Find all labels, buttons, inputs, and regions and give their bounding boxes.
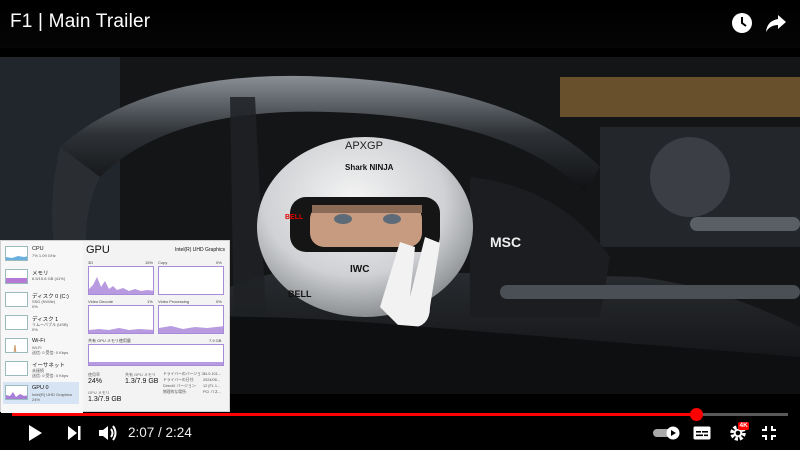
video-player[interactable]: APXGP Shark NINJA BELL BELL IWC MSC F1 |… xyxy=(0,0,800,450)
progress-played xyxy=(12,413,697,416)
top-bar: F1 | Main Trailer xyxy=(0,0,800,48)
share-icon[interactable] xyxy=(763,10,789,36)
sidebar-item-label: CPU xyxy=(32,246,44,252)
watch-later-icon[interactable] xyxy=(729,10,755,36)
quality-badge: 4K xyxy=(738,422,750,430)
helmet-bell-logo: BELL xyxy=(285,214,304,221)
sidebar-item-sub2: 送信: 0 受信: 0 Kbps xyxy=(32,373,69,378)
info-key: DirectX バージョン: xyxy=(163,384,197,388)
progress-scrubber-handle[interactable] xyxy=(689,408,703,421)
graph-label-3d[interactable]: 3D xyxy=(88,260,93,265)
graph-pct-video-decode: 1% xyxy=(147,299,153,304)
sidebar-item-cpu[interactable]: CPU 7% 1.09 GHz xyxy=(3,243,79,265)
sidebar-item-memory[interactable]: メモリ 6.5/15.8 GB (41%) xyxy=(3,266,79,288)
graph-label-video-decode[interactable]: Video Decode xyxy=(88,299,113,304)
gpu-memory-value: 1.3/7.9 GB xyxy=(88,396,122,403)
volume-button[interactable] xyxy=(96,422,120,444)
next-icon xyxy=(68,426,81,440)
wifi-thumb-graph xyxy=(5,338,28,353)
task-manager-window[interactable]: CPU 7% 1.09 GHz メモリ 6.5/15.8 GB (41%) ディ… xyxy=(0,240,230,413)
graph-pct-video-processing: 0% xyxy=(216,299,222,304)
sidebar-item-sub2: 24% xyxy=(32,397,41,402)
play-button[interactable] xyxy=(22,422,48,444)
progress-bar[interactable] xyxy=(12,408,788,421)
helmet-sponsor-logo: Shark NINJA xyxy=(345,163,394,172)
sidebar-item-disk-0[interactable]: ディスク 0 (C:) SSD (NVMe) 0% xyxy=(3,289,79,311)
ethernet-thumb-graph xyxy=(5,361,28,376)
shared-memory-graph xyxy=(88,344,224,366)
sidebar-item-label: Wi-Fi xyxy=(32,338,45,344)
autoplay-toggle[interactable] xyxy=(650,422,684,444)
sidebar-item-wifi[interactable]: Wi-Fi Wi-Fi 送信: 0 受信: 0 Kbps xyxy=(3,335,79,357)
info-value: 12 (FL 1... xyxy=(203,384,221,388)
time-separator: / xyxy=(154,425,166,440)
graph-video-decode xyxy=(88,305,154,334)
disk-thumb-graph xyxy=(5,292,28,307)
shared-memory-graph-max: 7.9 GB xyxy=(209,338,222,343)
fullscreen-icon xyxy=(762,426,776,440)
gpu-thumb-graph xyxy=(5,385,28,400)
graph-3d xyxy=(88,266,154,295)
settings-button[interactable]: 4K xyxy=(724,422,752,444)
current-time: 2:07 xyxy=(128,425,155,440)
utilization-value: 24% xyxy=(88,378,103,385)
video-title[interactable]: F1 | Main Trailer xyxy=(10,11,150,33)
graph-copy xyxy=(158,266,224,295)
autoplay-toggle-icon xyxy=(653,426,680,440)
sidebar-item-sub2: 0% xyxy=(32,304,38,309)
info-key: ドライバーの日付: xyxy=(163,378,195,382)
info-key: 物理的な場所: xyxy=(163,390,187,394)
info-value: 2024/08... xyxy=(203,378,220,382)
sidebar-item-gpu-0[interactable]: GPU 0 Intel(R) UHD Graphics 24% xyxy=(3,382,79,404)
fullscreen-button[interactable] xyxy=(758,422,780,444)
gpu-detail-panel: GPU Intel(R) UHD Graphics 3D 15% Copy 0%… xyxy=(85,241,229,413)
duration: 2:24 xyxy=(165,425,192,440)
play-icon xyxy=(29,425,42,441)
shared-gpu-memory-value: 1.3/7.9 GB xyxy=(125,378,159,385)
task-manager-sidebar: CPU 7% 1.09 GHz メモリ 6.5/15.8 GB (41%) ディ… xyxy=(1,241,83,413)
car-sponsor-logo: MSC xyxy=(490,234,521,250)
time-display: 2:07 / 2:24 xyxy=(128,425,192,440)
gpu-model: Intel(R) UHD Graphics xyxy=(174,247,225,253)
disk-thumb-graph xyxy=(5,315,28,330)
gpu-title: GPU xyxy=(86,244,110,256)
sidebar-item-sub: 7% 1.09 GHz xyxy=(32,253,56,258)
helmet-iwc-logo: IWC xyxy=(350,264,369,275)
graph-video-processing xyxy=(158,305,224,334)
graph-label-copy[interactable]: Copy xyxy=(158,260,167,265)
captions-icon xyxy=(693,426,711,440)
sidebar-item-sub2: 0% xyxy=(32,327,38,332)
sidebar-item-ethernet[interactable]: イーサネット 未接続 送信: 0 受信: 0 Kbps xyxy=(3,358,79,380)
helmet-bell-logo-lower: BELL xyxy=(288,289,312,299)
captions-button[interactable] xyxy=(690,422,714,444)
sidebar-item-disk-1[interactable]: ディスク 1 リムーバブル (USB) 0% xyxy=(3,312,79,334)
graph-pct-copy: 0% xyxy=(216,260,222,265)
memory-thumb-graph xyxy=(5,269,28,284)
volume-icon xyxy=(99,425,117,441)
graph-pct-3d: 15% xyxy=(145,260,154,265)
sidebar-item-sub: 6.5/15.8 GB (41%) xyxy=(32,276,66,281)
sidebar-item-label: GPU 0 xyxy=(32,385,49,391)
sidebar-item-sub2: 送信: 0 受信: 0 Kbps xyxy=(32,350,69,355)
info-value: 31.0.101... xyxy=(203,372,221,376)
next-button[interactable] xyxy=(62,422,86,444)
info-value: PCI バス... xyxy=(203,390,222,394)
graph-label-video-processing[interactable]: Video Processing xyxy=(158,299,189,304)
cpu-thumb-graph xyxy=(5,246,28,261)
helmet-top-logo: APXGP xyxy=(345,140,383,152)
info-key: ドライバーのバージョン: xyxy=(163,372,206,376)
